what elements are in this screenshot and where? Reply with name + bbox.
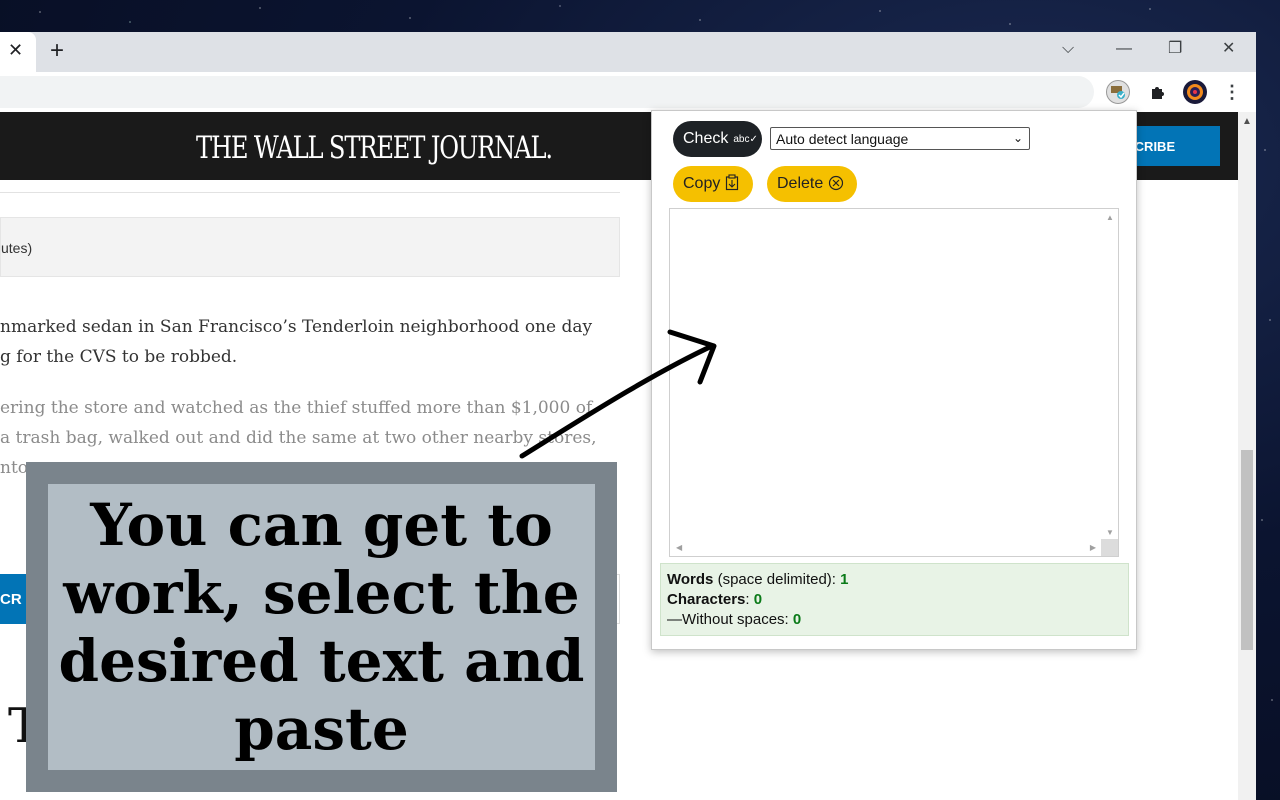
caption-line: You can get to bbox=[90, 491, 553, 559]
words-stat: Words (space delimited): 1 bbox=[667, 571, 849, 588]
grammar-extension-icon[interactable] bbox=[1106, 80, 1130, 104]
pointer-arrow-icon bbox=[519, 329, 717, 459]
close-window-button[interactable]: ✕ bbox=[1222, 40, 1235, 58]
characters-stat: Characters: 0 bbox=[667, 591, 763, 608]
promo-caption-text: You can get to work, select the desired … bbox=[59, 491, 585, 763]
scroll-right-arrow-icon[interactable]: ▶ bbox=[1090, 543, 1096, 552]
clipboard-icon bbox=[725, 174, 739, 194]
caption-line: work, select the bbox=[63, 559, 580, 627]
caption-line: paste bbox=[234, 695, 409, 763]
without-spaces-stat: —Without spaces: 0 bbox=[667, 611, 802, 628]
scroll-down-arrow-icon[interactable]: ▼ bbox=[1106, 528, 1114, 537]
text-input-area[interactable]: ▲ ▼ ◀ ▶ bbox=[669, 208, 1119, 557]
browser-toolbar: ⋮ bbox=[0, 72, 1256, 112]
textarea-vertical-scrollbar[interactable]: ▲ ▼ bbox=[1101, 209, 1118, 541]
promo-caption-inner: You can get to work, select the desired … bbox=[48, 484, 595, 770]
language-select-value: Auto detect language bbox=[776, 130, 909, 147]
divider bbox=[0, 192, 620, 193]
tab-strip: ✕ + ⌵ — ❐ ✕ bbox=[0, 32, 1256, 72]
delete-button-label: Delete bbox=[777, 175, 824, 192]
delete-button[interactable]: Delete bbox=[767, 166, 857, 202]
scroll-up-arrow-icon[interactable]: ▲ bbox=[1106, 213, 1114, 222]
listen-article-bar[interactable]: utes) bbox=[0, 217, 620, 277]
new-tab-button[interactable]: + bbox=[50, 38, 64, 64]
resize-handle[interactable] bbox=[1101, 539, 1118, 556]
site-logo[interactable]: THE WALL STREET JOURNAL. bbox=[196, 130, 553, 166]
puzzle-extensions-icon[interactable] bbox=[1146, 80, 1170, 104]
menu-kebab-icon[interactable]: ⋮ bbox=[1220, 80, 1244, 104]
restore-button[interactable]: ❐ bbox=[1168, 40, 1182, 58]
copy-button-label: Copy bbox=[683, 175, 721, 192]
browser-tab[interactable]: ✕ bbox=[0, 32, 36, 72]
check-button[interactable]: Check abc✓ bbox=[673, 121, 762, 157]
textarea-horizontal-scrollbar[interactable]: ◀ ▶ bbox=[670, 539, 1102, 556]
text-statistics: Words (space delimited): 1 Characters: 0… bbox=[660, 563, 1129, 636]
chevron-down-icon: ⌄ bbox=[1012, 131, 1023, 145]
minimize-button[interactable]: — bbox=[1116, 40, 1132, 58]
tab-close-icon[interactable]: ✕ bbox=[8, 40, 23, 60]
tab-search-icon[interactable]: ⌵ bbox=[1062, 40, 1074, 58]
promo-caption-box: You can get to work, select the desired … bbox=[26, 462, 617, 792]
close-circle-icon bbox=[828, 175, 844, 194]
caption-line: desired text and bbox=[58, 627, 585, 695]
page-scrollbar[interactable]: ▲ bbox=[1238, 112, 1256, 800]
scroll-left-arrow-icon[interactable]: ◀ bbox=[676, 543, 682, 552]
spellcheck-icon: abc✓ bbox=[733, 133, 758, 145]
check-button-label: Check bbox=[683, 130, 729, 147]
record-extension-icon[interactable] bbox=[1183, 80, 1207, 104]
address-bar[interactable] bbox=[0, 76, 1094, 108]
copy-button[interactable]: Copy bbox=[673, 166, 753, 202]
subscribe-button[interactable]: SCRIBE bbox=[1126, 126, 1220, 166]
scrollbar-thumb[interactable] bbox=[1241, 450, 1253, 650]
continue-reading-button[interactable]: CR bbox=[0, 574, 28, 624]
listen-duration-label: utes) bbox=[1, 240, 33, 256]
scroll-up-arrow-icon[interactable]: ▲ bbox=[1242, 116, 1252, 127]
language-select[interactable]: Auto detect language ⌄ bbox=[770, 127, 1030, 150]
